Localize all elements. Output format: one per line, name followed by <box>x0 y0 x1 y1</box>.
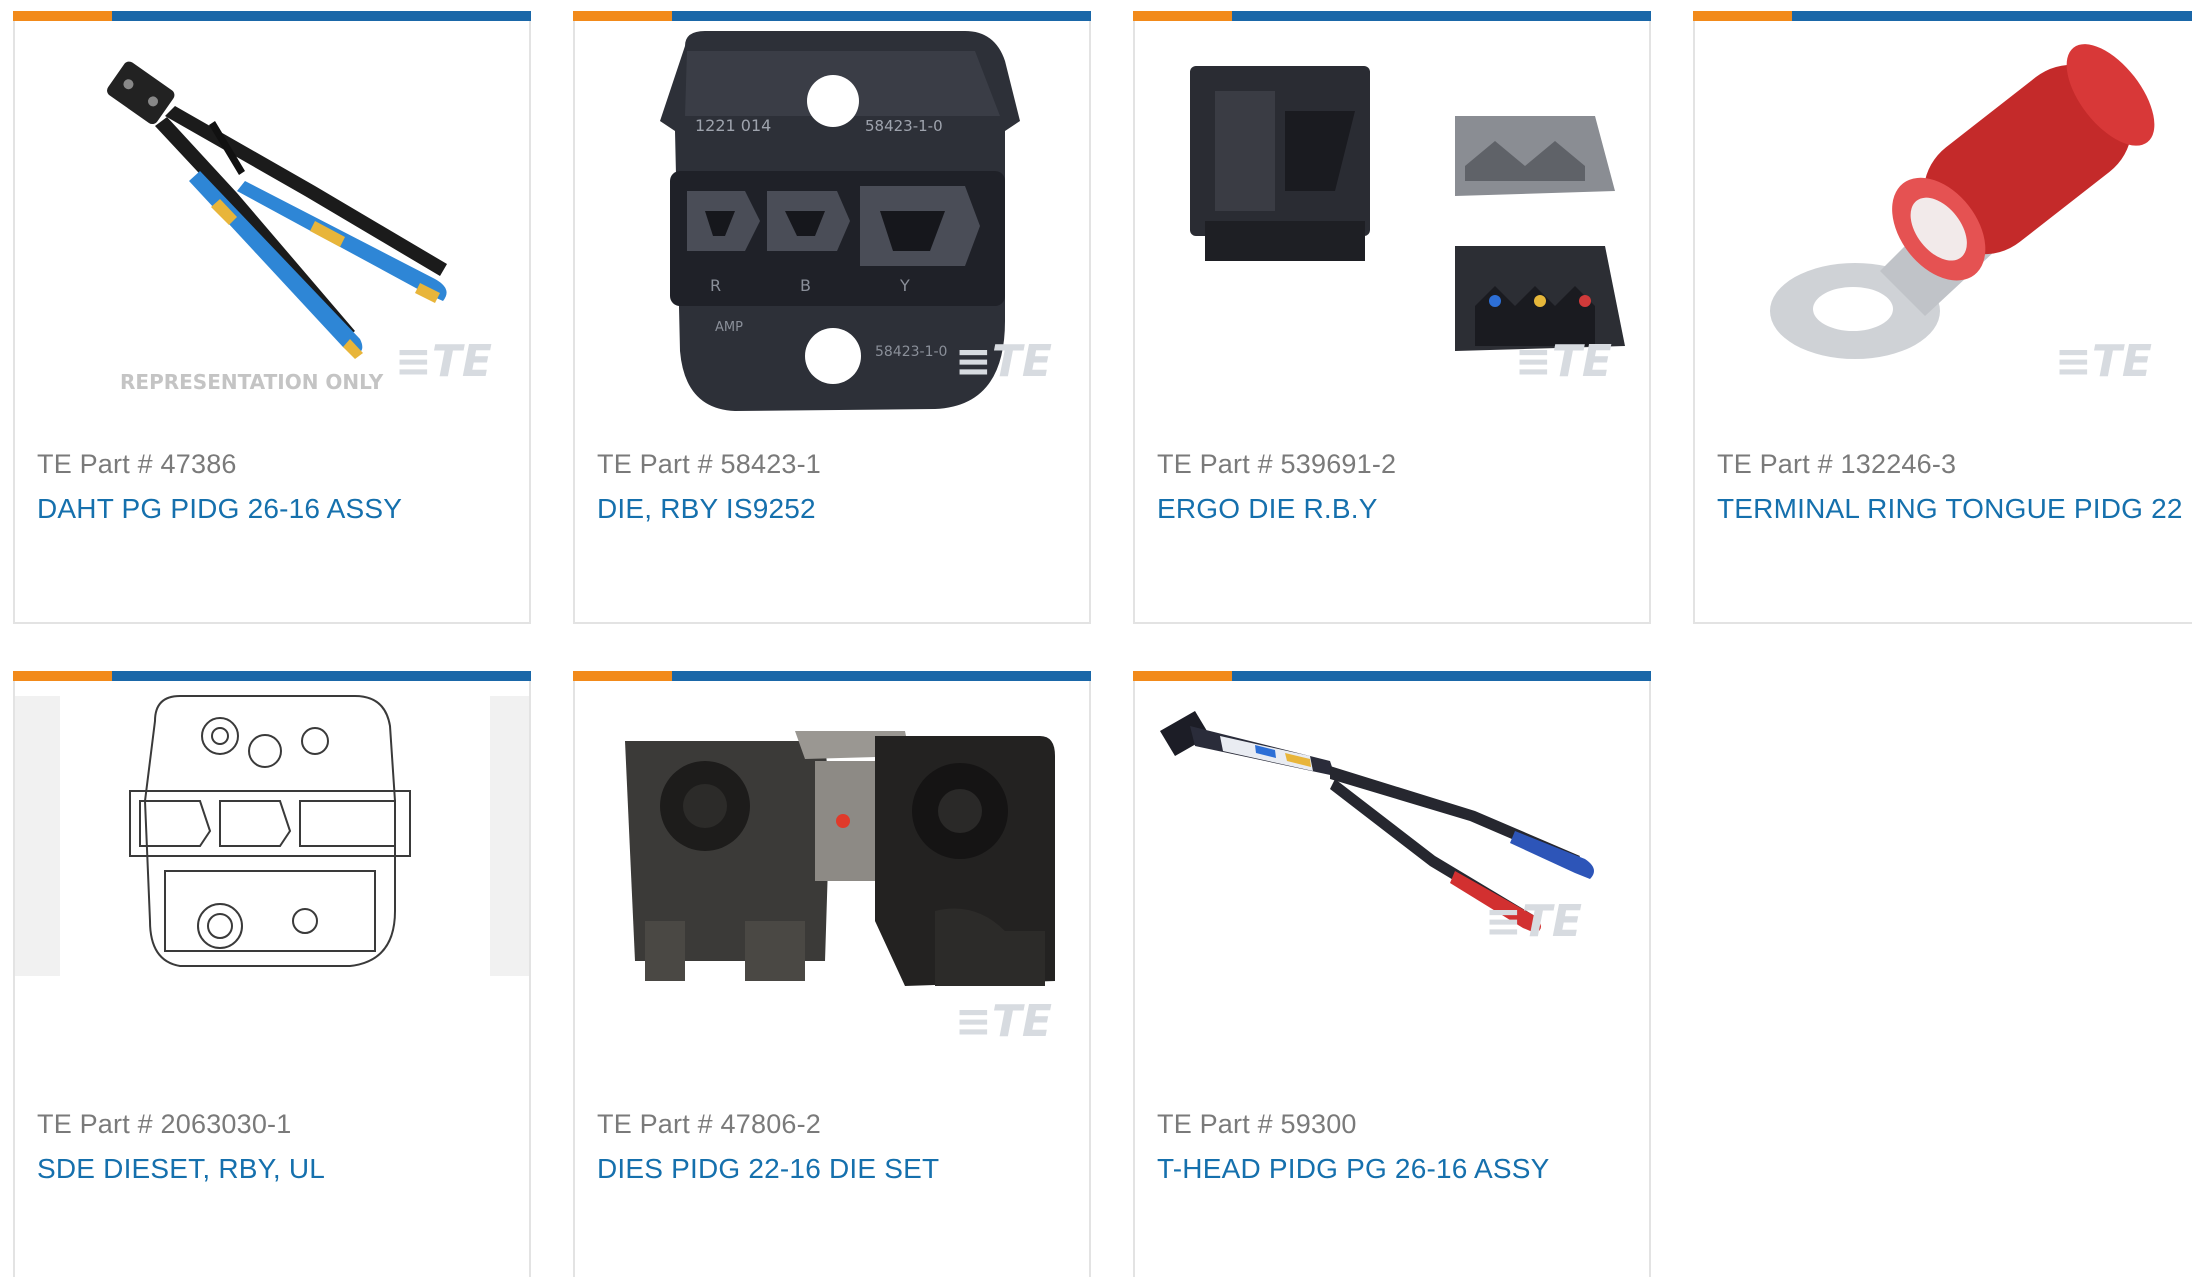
product-link[interactable]: TERMINAL RING TONGUE PIDG 22 18 <box>1717 493 2192 525</box>
part-number: TE Part # 2063030-1 <box>37 1109 292 1139</box>
product-card[interactable]: ≡TE TE Part # 539691-2 ERGO DIE R.B.Y <box>1133 11 1651 624</box>
card-accent-bar <box>13 671 531 681</box>
product-link[interactable]: DAHT PG PIDG 26-16 ASSY <box>37 493 402 525</box>
ergo-die-set-icon[interactable]: ≡TE <box>1135 21 1649 421</box>
die-label: R <box>710 276 721 295</box>
product-link[interactable]: SDE DIESET, RBY, UL <box>37 1153 325 1185</box>
product-link[interactable]: DIES PIDG 22-16 DIE SET <box>597 1153 939 1185</box>
die-set-icon[interactable]: ≡TE <box>575 681 1089 1081</box>
die-label: Y <box>899 276 910 295</box>
hand-crimp-tool-icon[interactable]: ≡TE REPRESENTATION ONLY <box>15 21 529 421</box>
card-accent-bar <box>573 671 1091 681</box>
card-accent-bar <box>1693 11 2192 21</box>
svg-text:≡TE: ≡TE <box>1485 896 1582 947</box>
part-number: TE Part # 59300 <box>1157 1109 1357 1139</box>
svg-text:≡TE: ≡TE <box>955 336 1052 387</box>
svg-text:≡TE: ≡TE <box>955 996 1052 1047</box>
product-grid: ≡TE REPRESENTATION ONLY TE Part # 47386 … <box>13 11 2192 1277</box>
die-label: 58423-1-0 <box>865 117 943 135</box>
svg-text:≡TE: ≡TE <box>1515 336 1612 387</box>
die-label: 58423-1-0 <box>875 344 947 360</box>
product-link[interactable]: ERGO DIE R.B.Y <box>1157 493 1378 525</box>
part-number: TE Part # 47386 <box>37 449 237 479</box>
part-number: TE Part # 47806-2 <box>597 1109 822 1139</box>
crimp-die-icon[interactable]: 1221 014 58423-1-0 R B Y AMP 58423-1-0 ≡… <box>575 21 1089 421</box>
product-link[interactable]: DIE, RBY IS9252 <box>597 493 816 525</box>
card-accent-bar <box>1133 11 1651 21</box>
part-number: TE Part # 58423-1 <box>597 449 822 479</box>
die-set-drawing-icon[interactable] <box>15 681 529 1081</box>
die-label: B <box>800 276 811 295</box>
product-link[interactable]: T-HEAD PIDG PG 26-16 ASSY <box>1157 1153 1549 1185</box>
ring-terminal-icon[interactable]: ≡TE <box>1695 21 2192 421</box>
t-head-crimp-tool-icon[interactable]: ≡TE <box>1135 681 1649 1081</box>
product-card[interactable]: ≡TE TE Part # 132246-3 TERMINAL RING TON… <box>1693 11 2192 624</box>
product-card[interactable]: ≡TE TE Part # 47806-2 DIES PIDG 22-16 DI… <box>573 671 1091 1277</box>
image-caption: REPRESENTATION ONLY <box>120 370 384 394</box>
die-label: AMP <box>715 320 743 335</box>
card-accent-bar <box>13 11 531 21</box>
card-accent-bar <box>573 11 1091 21</box>
product-card[interactable]: ≡TE REPRESENTATION ONLY TE Part # 47386 … <box>13 11 531 624</box>
part-number: TE Part # 132246-3 <box>1717 449 1957 479</box>
product-card[interactable]: TE Part # 2063030-1 SDE DIESET, RBY, UL <box>13 671 531 1277</box>
svg-text:≡TE: ≡TE <box>2055 336 2152 387</box>
card-accent-bar <box>1133 671 1651 681</box>
product-card[interactable]: ≡TE TE Part # 59300 T-HEAD PIDG PG 26-16… <box>1133 671 1651 1277</box>
svg-text:≡TE: ≡TE <box>395 336 492 387</box>
die-label: 1221 014 <box>695 116 771 135</box>
product-card[interactable]: 1221 014 58423-1-0 R B Y AMP 58423-1-0 ≡… <box>573 11 1091 624</box>
part-number: TE Part # 539691-2 <box>1157 449 1397 479</box>
